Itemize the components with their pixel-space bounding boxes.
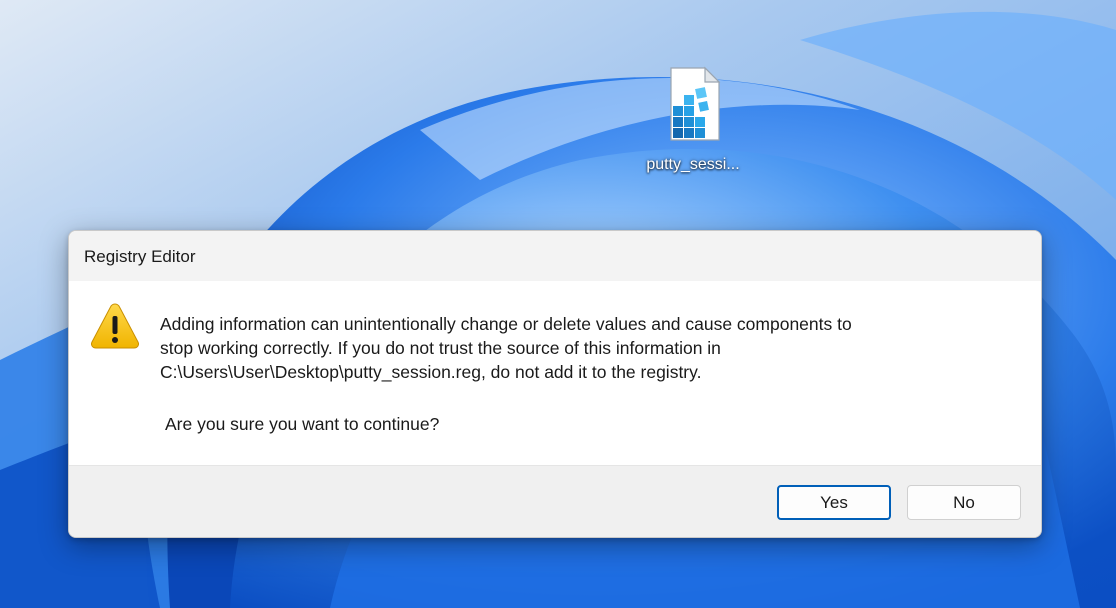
registry-editor-dialog: Registry Editor Adding information can u… [68,230,1042,538]
dialog-message: Adding information can unintentionally c… [160,312,1020,384]
dialog-footer: Yes No [69,465,1041,537]
no-button[interactable]: No [907,485,1021,520]
desktop-file-icon[interactable]: putty_sessi... [626,64,760,184]
dialog-title: Registry Editor [84,247,196,266]
dialog-content: Adding information can unintentionally c… [69,281,1041,465]
desktop-file-label: putty_sessi... [646,156,740,173]
message-line: stop working correctly. If you do not tr… [160,338,721,358]
registry-file-icon [670,66,721,141]
dialog-titlebar[interactable]: Registry Editor [69,231,1041,281]
desktop: putty_sessi... Registry Editor Adding in… [0,0,1116,608]
message-line: Adding information can unintentionally c… [160,314,852,334]
yes-button[interactable]: Yes [777,485,891,520]
message-line: C:\Users\User\Desktop\putty_session.reg,… [160,362,702,382]
warning-icon [91,303,139,349]
dialog-question: Are you sure you want to continue? [165,414,440,434]
